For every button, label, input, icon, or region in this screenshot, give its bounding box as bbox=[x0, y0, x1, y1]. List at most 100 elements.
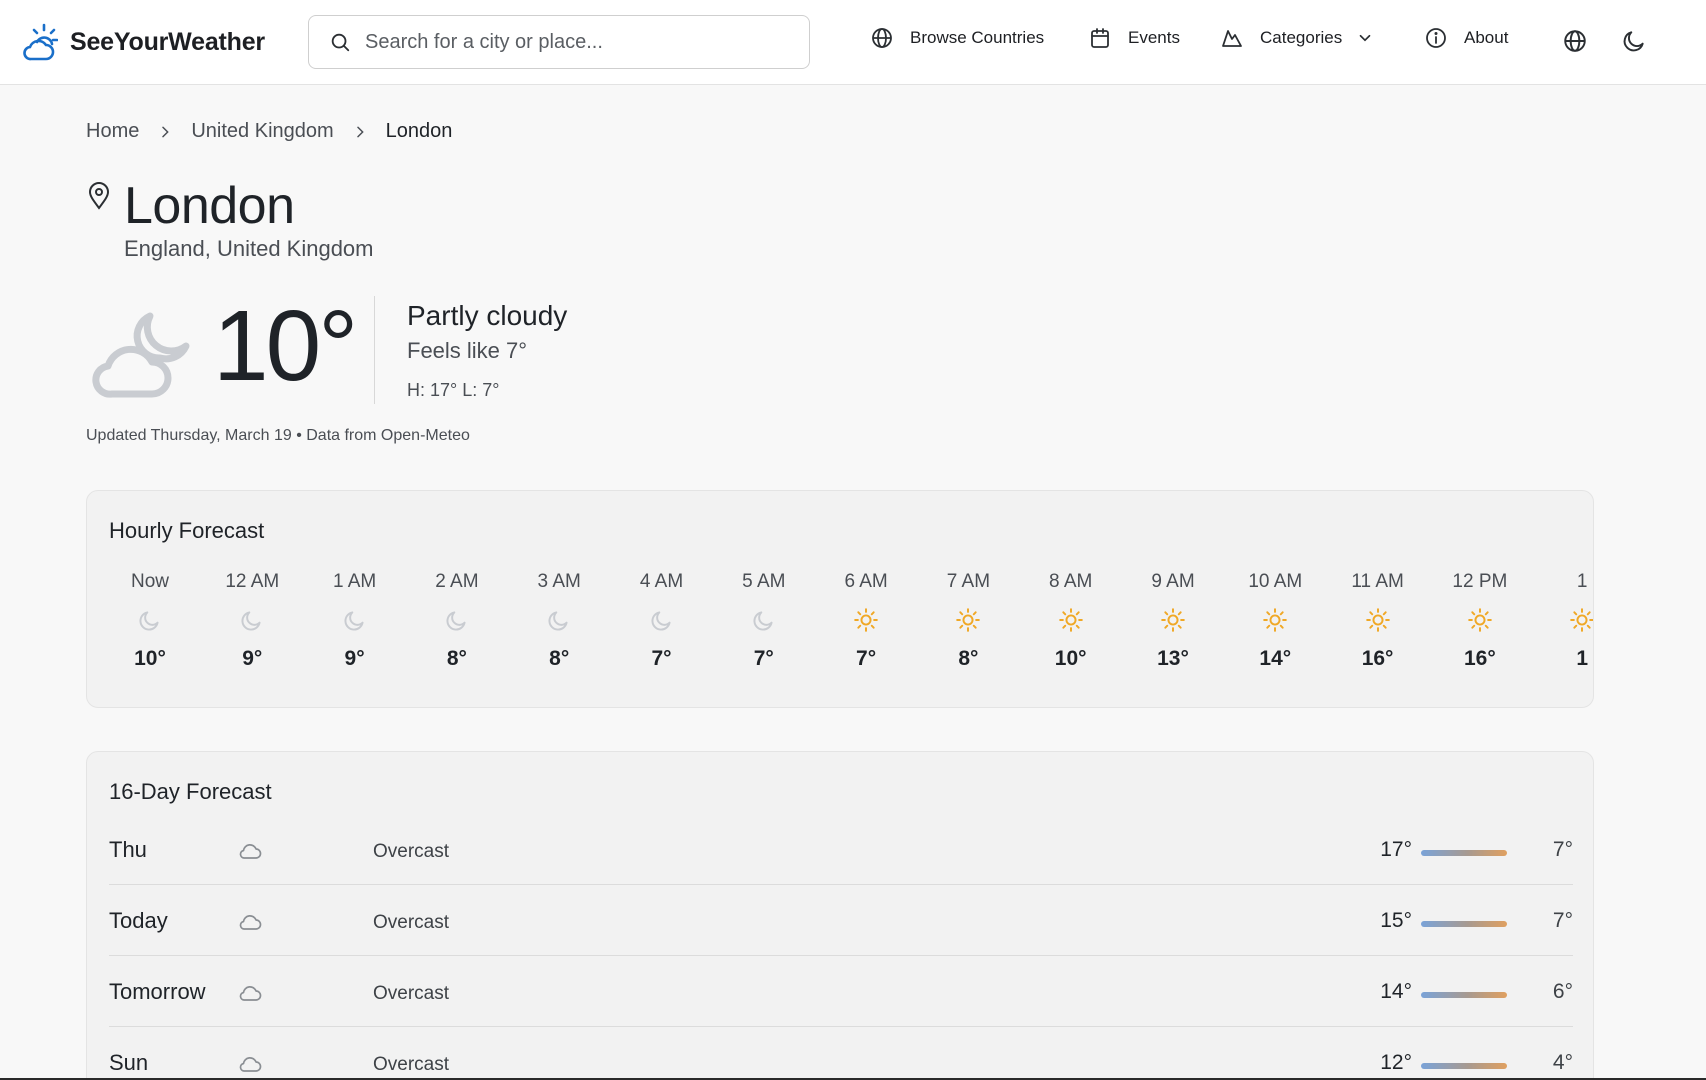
chevron-right-icon bbox=[356, 126, 364, 137]
hour-label: 2 AM bbox=[435, 571, 479, 592]
nav-events-label: Events bbox=[1128, 28, 1180, 47]
hourly-forecast-strip[interactable]: Now 10° 12 AM 9° 1 AM 9° 2 AM 8° 3 AM 8° 4 AM 7° 5 A… bbox=[87, 571, 1593, 691]
hour-temperature: 16° bbox=[1464, 647, 1496, 670]
updated-source-note: Updated Thursday, March 19 • Data from O… bbox=[86, 427, 470, 444]
day-high-temperature: 17° bbox=[1380, 838, 1412, 861]
hour-label: 5 AM bbox=[742, 571, 786, 592]
daily-row[interactable]: Sun Overcast 12° 4° bbox=[109, 1027, 1573, 1080]
breadcrumb-current-city: London bbox=[385, 120, 453, 142]
hour-temperature: 8° bbox=[549, 647, 570, 670]
hourly-item: 2 AM 8° bbox=[406, 571, 508, 671]
moon-icon bbox=[1623, 31, 1644, 52]
search-box[interactable] bbox=[308, 15, 810, 69]
hour-temperature: 9° bbox=[344, 647, 365, 670]
daily-row[interactable]: Tomorrow Overcast 14° 6° bbox=[109, 956, 1573, 1027]
brand-logo[interactable]: SeeYourWeather bbox=[22, 22, 265, 62]
day-high-temperature: 15° bbox=[1380, 909, 1412, 932]
mountain-icon bbox=[1222, 30, 1242, 47]
nav-browse-countries[interactable]: Browse Countries bbox=[870, 26, 1044, 50]
sun-icon bbox=[1263, 608, 1288, 632]
hour-temperature: 13° bbox=[1157, 647, 1189, 670]
dark-mode-toggle[interactable] bbox=[1621, 28, 1647, 54]
nav-browse-countries-label: Browse Countries bbox=[910, 28, 1045, 47]
daily-row[interactable]: Thu Overcast 17° 7° bbox=[109, 814, 1573, 885]
nav-about[interactable]: About bbox=[1424, 26, 1508, 50]
temperature-range-bar bbox=[1421, 992, 1507, 998]
hourly-item: 11 bbox=[1531, 571, 1593, 671]
sun-icon bbox=[1058, 608, 1083, 632]
hour-temperature: 8° bbox=[446, 647, 467, 670]
hour-label: Now bbox=[130, 571, 169, 592]
cloud-icon bbox=[239, 986, 262, 1001]
moon-icon bbox=[241, 611, 261, 631]
sun-icon bbox=[854, 608, 878, 632]
hour-label: 6 AM bbox=[844, 571, 888, 592]
moon-icon bbox=[548, 611, 568, 631]
hour-temperature: 7° bbox=[856, 647, 877, 670]
region-subtitle: England, United Kingdom bbox=[124, 236, 374, 261]
hour-label: 1 AM bbox=[332, 571, 377, 592]
hour-temperature: 1 bbox=[1576, 647, 1589, 670]
daily-forecast-card: 16-Day Forecast Thu Overcast 17° 7° Today Ove… bbox=[86, 751, 1594, 1080]
cloud-icon bbox=[239, 915, 262, 930]
chevron-down-icon bbox=[1359, 34, 1371, 42]
breadcrumb-country[interactable]: United Kingdom bbox=[191, 120, 333, 143]
day-condition: Overcast bbox=[373, 841, 450, 862]
hour-temperature: 10° bbox=[1054, 647, 1087, 670]
day-name: Sun bbox=[109, 1050, 149, 1075]
day-low-temperature: 7° bbox=[1552, 838, 1573, 861]
day-high-temperature: 14° bbox=[1380, 980, 1412, 1003]
high-low: H: 17° L: 7° bbox=[407, 380, 500, 400]
hourly-item: 4 AM 7° bbox=[611, 571, 713, 671]
sun-icon bbox=[1161, 608, 1185, 632]
info-icon bbox=[1426, 28, 1446, 48]
hourly-item: 8 AM 10° bbox=[1020, 571, 1122, 671]
day-low-temperature: 6° bbox=[1552, 980, 1573, 1003]
hour-label: 10 AM bbox=[1248, 571, 1303, 592]
hour-label: 12 PM bbox=[1452, 571, 1508, 592]
day-condition: Overcast bbox=[373, 983, 450, 1004]
search-icon bbox=[331, 33, 350, 52]
nav-about-label: About bbox=[1464, 28, 1509, 47]
search-input[interactable] bbox=[365, 30, 785, 54]
day-name: Today bbox=[109, 908, 168, 933]
hourly-item: Now 10° bbox=[99, 571, 201, 671]
nav-categories-dropdown[interactable]: Categories bbox=[1220, 26, 1374, 50]
hourly-item: 6 AM 7° bbox=[815, 571, 917, 671]
hourly-item: 12 PM 16° bbox=[1429, 571, 1531, 671]
nav-events[interactable]: Events bbox=[1088, 26, 1180, 50]
hour-temperature: 8° bbox=[958, 647, 979, 670]
hour-temperature: 14° bbox=[1259, 647, 1292, 670]
temperature-range-bar bbox=[1421, 850, 1507, 856]
calendar-icon bbox=[1091, 28, 1109, 48]
sun-icon bbox=[1468, 608, 1492, 632]
brand-name: SeeYourWeather bbox=[70, 27, 265, 56]
day-low-temperature: 4° bbox=[1552, 1051, 1573, 1074]
current-condition: Partly cloudy bbox=[407, 300, 568, 331]
top-navigation-bar: SeeYourWeather Browse Countries Events C… bbox=[0, 0, 1706, 85]
hourly-item: 11 AM 16° bbox=[1327, 571, 1429, 671]
map-pin-icon bbox=[88, 182, 110, 210]
hour-label: 8 AM bbox=[1049, 571, 1093, 592]
sun-cloud-logo-icon bbox=[23, 23, 58, 61]
sun-icon bbox=[1570, 608, 1593, 632]
sun-icon bbox=[956, 608, 981, 632]
moon-icon bbox=[650, 611, 671, 631]
hourly-item: 9 AM 13° bbox=[1122, 571, 1224, 671]
daily-row[interactable]: Today Overcast 15° 7° bbox=[109, 885, 1573, 956]
day-name: Tomorrow bbox=[109, 979, 206, 1004]
daily-forecast-title: 16-Day Forecast bbox=[109, 779, 272, 804]
current-temperature: 10° bbox=[213, 290, 358, 402]
temperature-range-bar bbox=[1421, 921, 1507, 927]
language-button[interactable] bbox=[1562, 28, 1588, 54]
feels-like: Feels like 7° bbox=[407, 338, 528, 363]
day-condition: Overcast bbox=[373, 1054, 450, 1075]
divider bbox=[374, 296, 375, 404]
breadcrumb: Home United Kingdom London bbox=[86, 120, 452, 143]
breadcrumb-home[interactable]: Home bbox=[86, 120, 139, 143]
hourly-item: 12 AM 9° bbox=[201, 571, 303, 671]
hour-label: 1 bbox=[1576, 571, 1588, 592]
hourly-item: 1 AM 9° bbox=[304, 571, 406, 671]
moon-icon bbox=[344, 611, 364, 631]
hour-temperature: 7° bbox=[651, 647, 672, 670]
